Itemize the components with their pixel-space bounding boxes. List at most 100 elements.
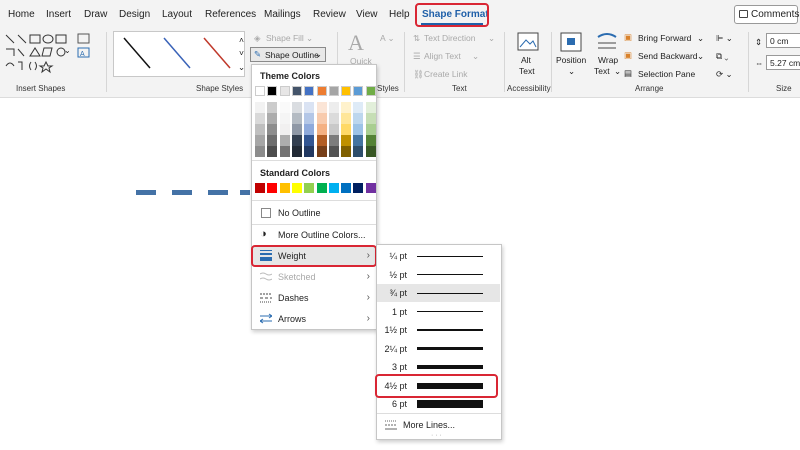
tab-help[interactable]: Help [389,9,410,20]
dashed-line-segment[interactable] [136,190,156,195]
theme-color-shade-swatch[interactable] [353,102,364,113]
tab-view[interactable]: View [356,9,378,20]
tab-design[interactable]: Design [119,9,150,20]
bring-forward-dropdown-icon[interactable]: ⌄ [697,33,704,44]
theme-color-shade-swatch[interactable] [279,124,290,135]
tab-insert[interactable]: Insert [46,9,71,20]
standard-color-swatch[interactable] [365,183,376,193]
theme-color-shade-swatch[interactable] [316,113,327,124]
width-input[interactable]: 5.27 cm [766,55,800,70]
wrap-text-dropdown-icon[interactable]: ⌄ [614,66,621,77]
tab-review[interactable]: Review [313,9,346,20]
dashed-line-segment[interactable] [240,190,250,195]
theme-color-shade-swatch[interactable] [255,135,265,146]
text-direction-dropdown-icon[interactable]: ⌄ [488,33,495,44]
theme-color-shade-swatch[interactable] [291,124,302,135]
no-outline-item[interactable]: No Outline [252,203,376,223]
theme-color-shade-swatch[interactable] [255,146,265,157]
theme-color-shade-swatch[interactable] [328,102,339,113]
standard-color-swatch[interactable] [279,183,290,193]
styles-scroll-down-icon[interactable]: ˅ [239,48,244,58]
standard-color-swatch[interactable] [255,183,265,193]
theme-color-shade-swatch[interactable] [316,124,327,135]
theme-color-shade-swatch[interactable] [328,135,339,146]
theme-color-shade-swatch[interactable] [341,135,352,146]
theme-color-shade-swatch[interactable] [365,102,376,113]
theme-color-shade-swatch[interactable] [341,146,352,157]
rotate-icon[interactable]: ⟳ ⌄ [716,69,733,80]
group-icon[interactable]: ⧉ ⌄ [716,51,728,62]
arrows-item[interactable]: Arrows › [252,309,376,329]
theme-color-shade-swatch[interactable] [279,113,290,124]
theme-color-swatch[interactable] [328,86,339,96]
sketched-item[interactable]: Sketched › [252,267,376,287]
send-backward-button[interactable]: Send Backward [638,51,698,61]
theme-color-shade-swatch[interactable] [291,146,302,157]
weight-option[interactable]: ¼ pt [377,247,500,265]
theme-color-shade-swatch[interactable] [267,102,278,113]
theme-color-shade-swatch[interactable] [316,146,327,157]
dashed-line-segment[interactable] [208,190,228,195]
dashes-item[interactable]: Dashes › [252,288,376,308]
theme-color-shade-swatch[interactable] [279,146,290,157]
styles-more-icon[interactable]: ⌄ [238,62,245,73]
more-outline-colors-item[interactable]: ◑ More Outline Colors... [252,225,376,245]
theme-color-shade-swatch[interactable] [328,113,339,124]
standard-color-swatch[interactable] [291,183,302,193]
standard-color-swatch[interactable] [353,183,364,193]
shape-styles-gallery[interactable] [113,31,245,77]
comments-button[interactable]: Comments [734,5,799,24]
theme-color-shade-swatch[interactable] [365,135,376,146]
create-link-button[interactable]: Create Link [424,69,467,79]
theme-color-shade-swatch[interactable] [267,113,278,124]
alt-text-label-1[interactable]: Alt [521,55,531,65]
align-text-dropdown-icon[interactable]: ⌄ [472,51,479,62]
theme-color-shade-swatch[interactable] [255,124,265,135]
tab-mailings[interactable]: Mailings [264,9,301,20]
tab-home[interactable]: Home [8,9,35,20]
theme-color-swatch[interactable] [255,86,265,96]
theme-color-swatch[interactable] [291,86,302,96]
shape-fill-button[interactable]: Shape Fill [266,33,304,43]
theme-color-shade-swatch[interactable] [267,146,278,157]
quick-styles-icon[interactable]: A [348,30,364,56]
theme-color-shade-swatch[interactable] [291,135,302,146]
theme-color-shade-swatch[interactable] [267,124,278,135]
selection-pane-button[interactable]: Selection Pane [638,69,695,79]
edit-shape-icons[interactable]: A [76,32,92,72]
theme-color-shade-swatch[interactable] [255,102,265,113]
theme-color-swatch[interactable] [341,86,352,96]
theme-color-shade-swatch[interactable] [365,146,376,157]
weight-option[interactable]: 1½ pt [377,321,500,339]
dashed-line-segment[interactable] [172,190,192,195]
theme-color-shade-swatch[interactable] [328,124,339,135]
theme-color-shade-swatch[interactable] [316,102,327,113]
theme-color-swatch[interactable] [365,86,376,96]
position-icon[interactable] [559,31,583,53]
send-backward-dropdown-icon[interactable]: ⌄ [697,51,704,62]
theme-color-shade-swatch[interactable] [353,135,364,146]
text-direction-button[interactable]: Text Direction [424,33,476,43]
weight-option[interactable]: ¾ pt [377,284,500,302]
theme-color-shade-swatch[interactable] [279,102,290,113]
align-icon[interactable]: ⊫ ⌄ [716,33,733,44]
wrap-text-label-2[interactable]: Text [594,66,610,76]
theme-color-shade-swatch[interactable] [267,135,278,146]
text-fill-icon[interactable]: A ⌄ [380,33,395,44]
weight-option[interactable]: 2¼ pt [377,340,500,358]
theme-color-shade-swatch[interactable] [341,113,352,124]
standard-color-swatch[interactable] [267,183,278,193]
theme-color-swatch[interactable] [279,86,290,96]
theme-color-shade-swatch[interactable] [353,113,364,124]
shape-outline-button[interactable]: ✎ Shape Outline ⌄ [250,47,326,62]
theme-color-shade-swatch[interactable] [365,124,376,135]
standard-color-swatch[interactable] [316,183,327,193]
theme-color-shade-swatch[interactable] [304,113,315,124]
theme-color-swatch[interactable] [304,86,315,96]
theme-color-shade-swatch[interactable] [316,135,327,146]
theme-color-shade-swatch[interactable] [255,113,265,124]
theme-color-shade-swatch[interactable] [365,113,376,124]
wrap-text-label-1[interactable]: Wrap [598,55,618,65]
theme-color-shade-swatch[interactable] [328,146,339,157]
theme-color-shade-swatch[interactable] [353,124,364,135]
